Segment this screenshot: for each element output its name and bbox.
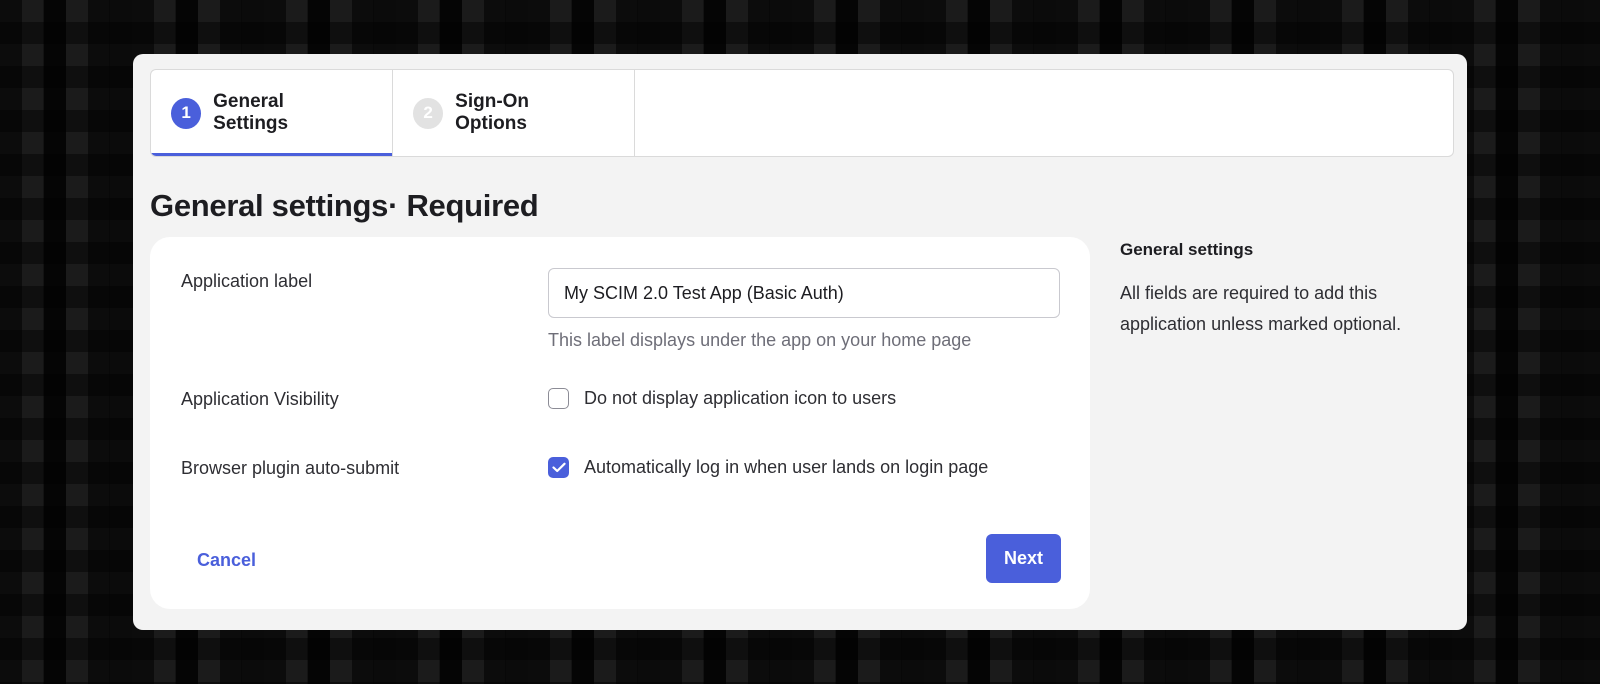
visibility-checkbox[interactable] bbox=[548, 388, 569, 409]
cancel-button[interactable]: Cancel bbox=[197, 550, 256, 571]
application-visibility-label: Application Visibility bbox=[181, 389, 339, 409]
application-label-hint: This label displays under the app on you… bbox=[548, 330, 972, 350]
settings-card: Application label This label displays un… bbox=[150, 237, 1090, 609]
step-number-badge: 2 bbox=[413, 97, 444, 129]
tab-label: Sign-On Options bbox=[455, 91, 530, 134]
application-label-input[interactable] bbox=[548, 268, 1060, 318]
auto-submit-label: Browser plugin auto-submit bbox=[181, 458, 400, 478]
visibility-checkbox-row[interactable]: Do not display application icon to users bbox=[548, 388, 896, 409]
next-button[interactable]: Next bbox=[986, 534, 1061, 583]
step-number-badge: 1 bbox=[171, 97, 202, 129]
auto-submit-checkbox-row[interactable]: Automatically log in when user lands on … bbox=[548, 457, 988, 478]
tab-general-settings[interactable]: 1 General Settings bbox=[151, 70, 393, 156]
sidebar-title: General settings bbox=[1120, 240, 1254, 259]
wizard-tabs: 1 General Settings 2 Sign-On Options bbox=[150, 69, 1454, 157]
dialog: 1 General Settings 2 Sign-On Options Gen… bbox=[133, 54, 1467, 630]
page-title: General settings· Required bbox=[150, 188, 539, 223]
auto-submit-checkbox-label: Automatically log in when user lands on … bbox=[584, 457, 989, 477]
tab-label: General Settings bbox=[213, 91, 289, 134]
application-label-label: Application label bbox=[181, 271, 313, 291]
visibility-checkbox-label: Do not display application icon to users bbox=[584, 388, 897, 408]
auto-submit-checkbox[interactable] bbox=[548, 457, 569, 478]
tab-sign-on-options[interactable]: 2 Sign-On Options bbox=[393, 70, 635, 156]
sidebar-text: All fields are required to add this appl… bbox=[1120, 283, 1402, 334]
check-icon bbox=[551, 462, 566, 473]
